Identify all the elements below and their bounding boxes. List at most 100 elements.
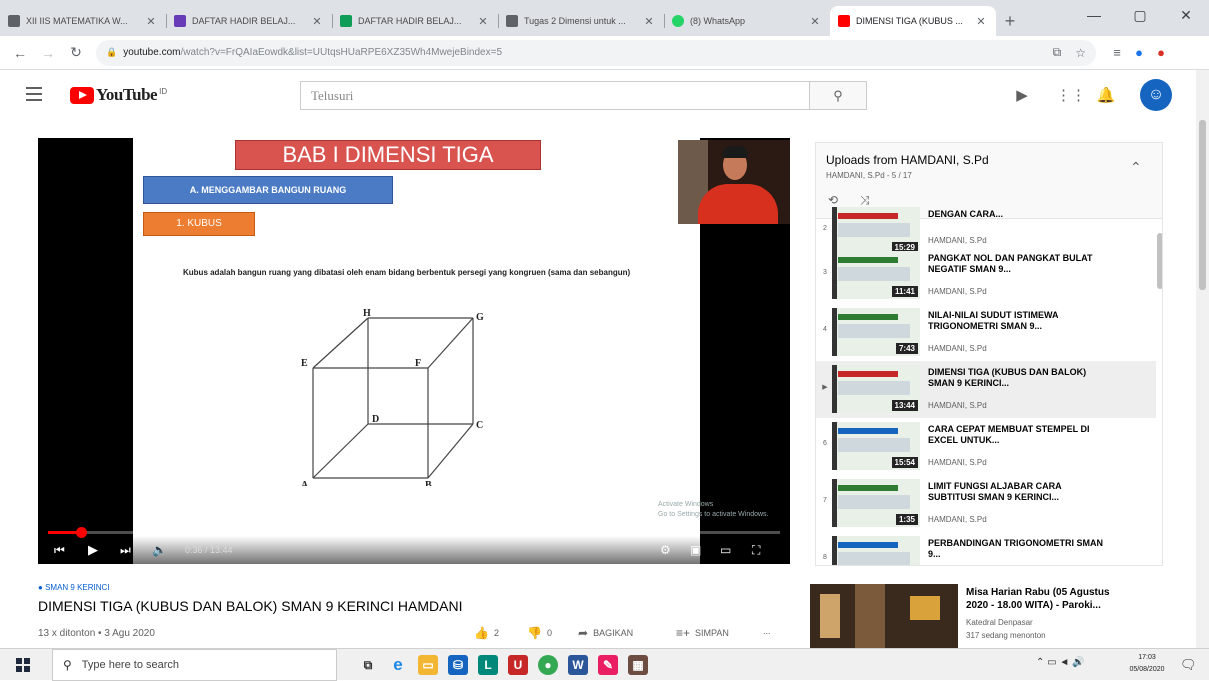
playlist-item[interactable]: 8 PERBANDINGAN TRIGONOMETRI SMAN 9... — [816, 532, 1156, 565]
playlist-item-channel: HAMDANI, S.Pd — [928, 287, 987, 296]
playlist-index: 3 — [823, 269, 827, 276]
browser-tab-strip: XII IIS MATEMATIKA W... ✕ DAFTAR HADIR B… — [0, 0, 1209, 36]
video-thumbnail: 13:44 — [832, 365, 920, 413]
close-window-button[interactable]: ✕ — [1163, 0, 1209, 30]
volume-icon[interactable]: 🔈 — [152, 540, 167, 560]
hashtag-link[interactable]: ● SMAN 9 KERINCI — [38, 583, 110, 592]
mcafee-icon[interactable]: U — [508, 655, 528, 675]
playlist-item-title: PERBANDINGAN TRIGONOMETRI SMAN 9... — [928, 538, 1103, 559]
taskbar-search[interactable]: ⚲ Type here to search — [52, 649, 337, 681]
browser-tab[interactable]: XII IIS MATEMATIKA W... ✕ — [0, 6, 166, 36]
logo-text: YouTube — [96, 85, 158, 104]
theater-mode-icon[interactable]: ▭ — [720, 540, 731, 560]
playlist-item-channel: HAMDANI, S.Pd — [928, 458, 987, 467]
close-icon[interactable]: ✕ — [476, 15, 490, 28]
paint-icon[interactable]: ✎ — [598, 655, 618, 675]
word-icon[interactable]: W — [568, 655, 588, 675]
lock-icon: 🔒 — [106, 47, 118, 57]
share-button[interactable]: ➦ BAGIKAN — [578, 626, 633, 640]
browser-tab-active[interactable]: DIMENSI TIGA (KUBUS ... ✕ — [830, 6, 996, 36]
video-player[interactable]: BAB I DIMENSI TIGA A. MENGGAMBAR BANGUN … — [38, 138, 790, 564]
close-icon[interactable]: ✕ — [310, 15, 324, 28]
reading-list-icon[interactable]: ≡ — [1106, 45, 1128, 60]
video-thumbnail: 15:54 — [832, 422, 920, 470]
close-icon[interactable]: ✕ — [642, 15, 656, 28]
playlist-item[interactable]: 7 1:35 LIMIT FUNGSI ALJABAR CARA SUBTITU… — [816, 475, 1156, 532]
browser-tab[interactable]: (8) WhatsApp ✕ — [664, 6, 830, 36]
bookmark-star-icon[interactable]: ☆ — [1075, 46, 1086, 60]
miniplayer-icon[interactable]: ▣ — [690, 540, 701, 560]
notifications-bell-icon[interactable]: 🔔 — [1094, 84, 1118, 108]
play-icon[interactable]: ▶ — [88, 540, 98, 560]
close-icon[interactable]: ✕ — [808, 15, 822, 28]
file-explorer-icon[interactable]: ▭ — [418, 655, 438, 675]
playlist-title[interactable]: Uploads from HAMDANI, S.Pd — [826, 153, 989, 167]
like-button[interactable]: 👍 2 — [474, 626, 499, 640]
playlist-item-title: NILAI-NILAI SUDUT ISTIMEWA TRIGONOMETRI … — [928, 310, 1059, 331]
new-tab-button[interactable]: + — [996, 6, 1024, 36]
system-clock[interactable]: 17:03 05/08/2020 — [1128, 652, 1166, 676]
more-actions-button[interactable]: ... — [763, 626, 771, 636]
previous-icon[interactable]: ⏮ — [54, 540, 65, 560]
windows-taskbar: ⚲ Type here to search ⧉ e ▭ ⛁ L U ● W ✎ … — [0, 648, 1209, 681]
maximize-button[interactable]: ▢ — [1117, 0, 1163, 30]
recommended-thumbnail[interactable] — [810, 584, 958, 648]
browser-tab[interactable]: DAFTAR HADIR BELAJ... ✕ — [166, 6, 332, 36]
reload-icon[interactable]: ↻ — [62, 44, 90, 61]
thumbs-up-icon: 👍 — [474, 626, 489, 640]
create-video-icon[interactable]: ▶ — [1010, 84, 1034, 108]
menu-icon[interactable] — [26, 87, 42, 105]
address-bar[interactable]: 🔒 youtube.com /watch?v=FrQAIaEowdk&list=… — [96, 39, 1096, 66]
taskbar-app-icon[interactable]: ▦ — [628, 655, 648, 675]
extension-icon[interactable]: ● — [1150, 45, 1172, 60]
forward-icon[interactable]: → — [34, 45, 62, 61]
playlist-item-current[interactable]: ▶ 13:44 DIMENSI TIGA (KUBUS DAN BALOK) S… — [816, 361, 1156, 418]
activate-windows-watermark: Activate Windows Go to Settings to activ… — [658, 501, 769, 518]
search-button[interactable]: ⚲ — [809, 81, 867, 110]
settings-gear-icon[interactable]: ⚙ — [660, 540, 671, 560]
tray-icons[interactable]: ⌃ ▭ ◄ 🔊 — [1036, 657, 1085, 668]
close-icon[interactable]: ✕ — [144, 15, 158, 28]
dislike-button[interactable]: 👎 0 — [527, 626, 552, 640]
close-icon[interactable]: ✕ — [974, 15, 988, 28]
back-icon[interactable]: ← — [6, 45, 34, 61]
browser-tab[interactable]: Tugas 2 Dimensi untuk ... ✕ — [498, 6, 664, 36]
youtube-logo[interactable]: YouTube ID — [70, 85, 167, 105]
save-label: SIMPAN — [695, 628, 729, 638]
tab-title: DAFTAR HADIR BELAJ... — [358, 16, 462, 26]
playlist-item[interactable]: 6 15:54 CARA CEPAT MEMBUAT STEMPEL DI EX… — [816, 418, 1156, 475]
playlist-item[interactable]: 4 7:43 NILAI-NILAI SUDUT ISTIMEWA TRIGON… — [816, 304, 1156, 361]
tab-title: DIMENSI TIGA (KUBUS ... — [856, 16, 963, 26]
url-path: /watch?v=FrQAIaEowdk&list=UUtqsHUaRPE6XZ… — [180, 47, 503, 58]
playlist-scrollbar[interactable] — [1157, 233, 1162, 289]
tab-favicon — [8, 15, 20, 27]
search-input[interactable]: Telusuri — [300, 81, 810, 110]
share-icon: ➦ — [578, 626, 589, 640]
chrome-icon[interactable]: ● — [538, 655, 558, 675]
chevron-up-icon[interactable]: ⌃ — [1130, 159, 1142, 176]
location-pin-icon: ● — [38, 583, 46, 592]
taskbar-app-icon[interactable]: L — [478, 655, 498, 675]
playlist-item[interactable]: 3 11:41 PANGKAT NOL DAN PANGKAT BULAT NE… — [816, 247, 1156, 304]
browser-tab[interactable]: DAFTAR HADIR BELAJ... ✕ — [332, 6, 498, 36]
task-view-icon[interactable]: ⧉ — [358, 655, 378, 675]
scrollbar-thumb[interactable] — [1199, 120, 1206, 290]
avatar[interactable]: ☺ — [1140, 79, 1172, 111]
profile-icon[interactable]: ● — [1128, 45, 1150, 60]
apps-grid-icon[interactable]: ⋮⋮ — [1056, 84, 1086, 108]
next-icon[interactable]: ⏭ — [120, 540, 131, 560]
minimize-button[interactable]: — — [1071, 0, 1117, 30]
edge-icon[interactable]: e — [388, 655, 408, 675]
progress-bar[interactable] — [48, 527, 780, 538]
recommended-title[interactable]: Misa Harian Rabu (05 Agustus 2020 - 18.0… — [966, 586, 1116, 612]
notification-center-icon[interactable]: 🗨 — [1180, 657, 1197, 673]
save-button[interactable]: ≡+ SIMPAN — [676, 626, 729, 640]
windows-start-icon[interactable] — [16, 658, 30, 672]
cube-label-g: G — [476, 312, 484, 323]
store-icon[interactable]: ⛁ — [448, 655, 468, 675]
recommended-channel[interactable]: Katedral Denpasar — [966, 618, 1033, 627]
fullscreen-icon[interactable]: ⛶ — [752, 540, 760, 560]
page-scrollbar[interactable] — [1196, 70, 1209, 648]
webcam-overlay — [678, 140, 790, 224]
translate-icon[interactable]: ⧉ — [1053, 45, 1062, 60]
